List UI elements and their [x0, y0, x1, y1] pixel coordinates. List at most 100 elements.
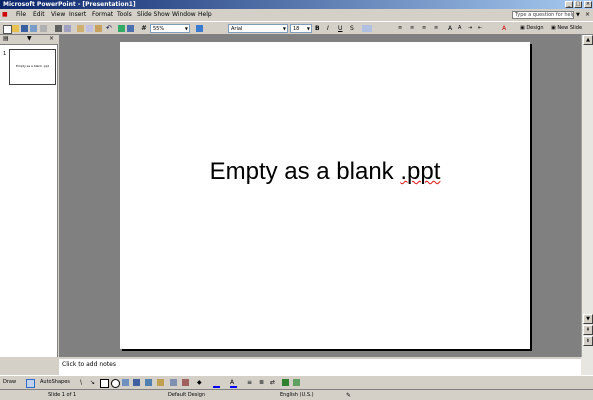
notes-placeholder: Click to add notes — [62, 361, 116, 368]
minimize-button[interactable]: _ — [565, 1, 573, 8]
fill-color-icon[interactable]: ◆ — [197, 379, 204, 386]
notes-pane[interactable]: Click to add notes — [59, 357, 581, 375]
notes-scrollbar[interactable] — [581, 357, 593, 375]
menu-bar: ■ File Edit View Insert Format Tools Sli… — [0, 9, 593, 21]
rectangle-icon[interactable] — [100, 379, 109, 388]
thumb-text: Empty as a blank .ppt — [16, 64, 49, 68]
arrow-icon[interactable]: ↘ — [90, 379, 97, 386]
italic-button[interactable]: I — [327, 24, 329, 33]
title-bar: Microsoft PowerPoint - [Presentation1] _… — [0, 0, 593, 9]
slide-number: 1 — [3, 51, 7, 57]
line-color-icon[interactable] — [213, 379, 220, 388]
menu-help[interactable]: Help — [198, 9, 212, 21]
paste-icon[interactable] — [95, 25, 102, 32]
cut-icon[interactable] — [77, 25, 84, 32]
underline-button[interactable]: U — [338, 24, 342, 33]
slide-text-main: Empty as a blank — [209, 158, 401, 185]
autoshapes-menu[interactable]: AutoShapes — [40, 378, 70, 387]
slide-canvas[interactable]: Empty as a blank .ppt — [120, 42, 530, 349]
zoom-select[interactable]: 55% ▼ — [150, 24, 190, 33]
oval-icon[interactable] — [111, 379, 120, 388]
vertical-scrollbar[interactable]: ▲ ▼ ⇞ ⇟ — [581, 35, 593, 357]
clipart-icon[interactable] — [157, 379, 164, 386]
pane-close-icon[interactable]: × — [49, 35, 54, 42]
help-search-input[interactable]: Type a question for help — [512, 11, 574, 19]
new-slide-button[interactable]: ▣ New Slide — [551, 24, 582, 33]
draw-menu[interactable]: Draw — [3, 378, 16, 387]
diagram-icon[interactable] — [145, 379, 152, 386]
close-button[interactable]: × — [584, 1, 592, 8]
shadow-style-icon[interactable] — [282, 379, 289, 386]
line-icon[interactable]: \ — [80, 379, 87, 386]
decrease-font-icon[interactable]: A — [458, 25, 465, 32]
scroll-down-icon[interactable]: ▼ — [583, 314, 593, 324]
wordart-icon[interactable] — [133, 379, 140, 386]
align-icon[interactable] — [362, 25, 372, 32]
slide-thumbnail[interactable]: Empty as a blank .ppt — [9, 49, 56, 85]
prev-slide-icon[interactable]: ⇞ — [583, 325, 593, 335]
image-icon[interactable] — [182, 379, 189, 386]
open-icon[interactable] — [12, 25, 19, 32]
bullets-icon[interactable]: ≡ — [434, 25, 441, 32]
spelling-status-icon[interactable]: ✎ — [346, 391, 351, 400]
print-icon[interactable] — [55, 25, 62, 32]
indent-icon[interactable]: ⇥ — [468, 25, 475, 32]
font-size-select[interactable]: 18 ▼ — [290, 24, 312, 33]
insert-chart-icon[interactable] — [118, 25, 125, 32]
zoom-dropdown-icon: ▼ — [184, 26, 188, 31]
menu-insert[interactable]: Insert — [69, 9, 86, 21]
outline-tab-icon[interactable]: ▤ — [3, 35, 9, 42]
save-icon[interactable] — [21, 25, 28, 32]
menu-tools[interactable]: Tools — [117, 9, 132, 21]
center-icon[interactable]: ≡ — [410, 25, 417, 32]
menu-view[interactable]: View — [51, 9, 65, 21]
menu-format[interactable]: Format — [92, 9, 113, 21]
text-color-icon[interactable]: A — [230, 379, 237, 388]
maximize-button[interactable]: □ — [574, 1, 582, 8]
menu-window[interactable]: Window — [172, 9, 196, 21]
dash-style-icon[interactable]: ≣ — [259, 379, 266, 386]
insert-table-icon[interactable] — [127, 25, 134, 32]
menu-slide-show[interactable]: Slide Show — [137, 9, 170, 21]
increase-font-icon[interactable]: A — [448, 25, 455, 32]
permission-icon[interactable] — [30, 25, 37, 32]
slide-text-ppt: .ppt — [400, 158, 441, 185]
help-dropdown-icon[interactable]: ▼ — [576, 9, 580, 21]
print-preview-icon[interactable] — [64, 25, 71, 32]
textbox-icon[interactable] — [122, 379, 129, 386]
new-slide-label: New Slide — [557, 25, 583, 31]
numbering-icon[interactable]: ≡ — [422, 25, 429, 32]
font-size-value: 18 — [293, 26, 300, 32]
copy-icon[interactable] — [86, 25, 93, 32]
menu-file[interactable]: File — [16, 9, 26, 21]
new-icon[interactable] — [3, 25, 12, 34]
status-bar: Slide 1 of 1 Default Design English (U.S… — [0, 389, 593, 400]
bold-button[interactable]: B — [315, 24, 320, 33]
grid-icon[interactable]: # — [141, 25, 148, 32]
outdent-icon[interactable]: ⇤ — [478, 25, 485, 32]
undo-icon[interactable]: ↶ — [106, 25, 113, 32]
3d-style-icon[interactable] — [293, 379, 300, 386]
email-icon[interactable] — [40, 25, 47, 32]
align-left-icon[interactable]: ≡ — [398, 25, 405, 32]
doc-close-icon[interactable]: × — [585, 9, 590, 21]
menu-edit[interactable]: Edit — [33, 9, 45, 21]
scroll-up-icon[interactable]: ▲ — [583, 35, 593, 45]
status-slide: Slide 1 of 1 — [48, 392, 77, 398]
line-style-icon[interactable]: ≡ — [247, 379, 254, 386]
picture-icon[interactable] — [170, 379, 177, 386]
slide-workspace: Empty as a blank .ppt — [59, 35, 581, 357]
window-title: Microsoft PowerPoint - [Presentation1] — [3, 1, 136, 8]
arrow-style-icon[interactable]: ⇄ — [270, 379, 277, 386]
slide-text[interactable]: Empty as a blank .ppt — [120, 158, 530, 186]
select-objects-icon[interactable] — [26, 379, 35, 388]
status-language: English (U.S.) — [280, 392, 314, 398]
shadow-button[interactable]: S — [350, 24, 354, 33]
font-color-icon[interactable]: A — [502, 25, 509, 32]
design-button[interactable]: ▣ Design — [520, 24, 544, 33]
slides-tab-icon[interactable]: ▼ — [27, 35, 32, 42]
help-icon[interactable] — [196, 25, 203, 32]
next-slide-icon[interactable]: ⇟ — [583, 336, 593, 346]
font-select[interactable]: Arial ▼ — [228, 24, 288, 33]
app-icon[interactable]: ■ — [2, 9, 8, 21]
